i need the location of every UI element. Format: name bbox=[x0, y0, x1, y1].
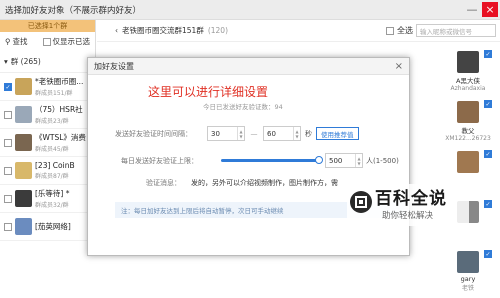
interval-min-input[interactable]: 30 ▲ ▼ bbox=[207, 126, 245, 141]
watermark: 百科全说 助你轻松解决 bbox=[347, 184, 469, 226]
today-sent-count: 今日已发送好友验证数：94 bbox=[203, 103, 283, 111]
group-title: 老铁圈币圈交流群151群 bbox=[122, 26, 204, 35]
group-list: ✓ *老铁圈币圈... 群成员151/群 （75）HSR社 群成员23/群 《WTSL》消… bbox=[0, 73, 95, 241]
member-subtext: Azhandaxia bbox=[450, 85, 486, 92]
dialog-close-icon[interactable]: × bbox=[395, 61, 403, 72]
stepper-icon[interactable]: ▲ ▼ bbox=[293, 127, 300, 140]
verification-message-input[interactable]: 发的，另外可以介绍视频制作，图片制作方，需 bbox=[191, 178, 338, 188]
avatar bbox=[457, 51, 479, 73]
member-checkbox[interactable]: ✓ bbox=[484, 100, 492, 108]
daily-limit-slider[interactable] bbox=[221, 156, 323, 164]
stepper-icon[interactable]: ▲ ▼ bbox=[355, 154, 362, 167]
chevron-down-icon: ▾ bbox=[4, 57, 8, 66]
member-subtext: 老铁 bbox=[461, 285, 474, 292]
group-avatar bbox=[15, 162, 32, 179]
interval-max-input[interactable]: 60 ▲ ▼ bbox=[263, 126, 301, 141]
group-avatar bbox=[15, 78, 32, 95]
member-checkbox[interactable]: ✓ bbox=[484, 250, 492, 258]
interval-unit: 秒 bbox=[305, 129, 312, 138]
group-row[interactable]: [23] CoinB 群成员87/群 bbox=[0, 157, 95, 185]
annotation-text: 这里可以进行详细设置 bbox=[148, 85, 269, 99]
watermark-subtitle: 助你轻松解决 bbox=[382, 211, 434, 221]
search-icon: ⚲ bbox=[5, 37, 11, 46]
interval-row: 发送好友验证时间间隔： 30 ▲ ▼ — 60 ▲ ▼ 秒 使用推荐值 bbox=[115, 126, 359, 141]
avatar bbox=[457, 251, 479, 273]
group-subtext: 群成员32/群 bbox=[35, 202, 69, 209]
group-checkbox[interactable] bbox=[4, 194, 12, 203]
member-search-input[interactable]: 输入昵称或微信号 bbox=[416, 24, 496, 37]
group-avatar bbox=[15, 106, 32, 123]
group-subtext: 群成员45/群 bbox=[35, 146, 69, 153]
interval-label: 发送好友验证时间间隔： bbox=[115, 129, 192, 138]
daily-limit-row: 每日发送好友验证上限： 500 ▲ ▼ 人(1-500) bbox=[121, 153, 399, 168]
group-row[interactable]: [茄英网络] bbox=[0, 213, 95, 241]
group-checkbox[interactable] bbox=[4, 110, 12, 119]
member-checkbox[interactable]: ✓ bbox=[484, 200, 492, 208]
group-name: [乐等待] * bbox=[35, 189, 70, 198]
chevron-left-icon[interactable]: ‹ bbox=[115, 26, 118, 35]
group-name: （75）HSR社 bbox=[35, 105, 83, 114]
window-title: 选择加好友对象（不展示群内好友） bbox=[5, 5, 142, 16]
select-all-checkbox[interactable] bbox=[386, 26, 394, 35]
group-name: *老铁圈币圈... bbox=[35, 77, 84, 86]
group-checkbox[interactable] bbox=[4, 222, 12, 231]
watermark-logo-icon bbox=[350, 191, 372, 213]
avatar bbox=[457, 101, 479, 123]
watermark-title: 百科全说 bbox=[375, 189, 447, 209]
daily-limit-input[interactable]: 500 ▲ ▼ bbox=[325, 153, 363, 168]
group-avatar bbox=[15, 218, 32, 235]
group-row[interactable]: 《WTSL》消费 群成员45/群 bbox=[0, 129, 95, 157]
find-button[interactable]: ⚲ 查找 bbox=[5, 36, 28, 47]
member-cards: ✓ A黑大侠 Azhandaxia ✓ 教父 XM122...26723 ✓ ✓ ✓ gary 老铁 bbox=[436, 48, 500, 298]
group-row[interactable]: ✓ *老铁圈币圈... 群成员151/群 bbox=[0, 73, 95, 101]
group-avatar bbox=[15, 190, 32, 207]
show-selected-checkbox[interactable] bbox=[42, 37, 51, 46]
use-recommended-button[interactable]: 使用推荐值 bbox=[316, 127, 359, 140]
group-name: 《WTSL》消费 bbox=[35, 133, 86, 142]
group-section-header[interactable]: ▾ 群 (265) bbox=[0, 51, 95, 73]
group-row[interactable]: （75）HSR社 群成员23/群 bbox=[0, 101, 95, 129]
member-checkbox[interactable]: ✓ bbox=[484, 150, 492, 158]
select-all-label: 全选 bbox=[397, 26, 413, 35]
group-list-panel: 已选择1个群 ⚲ 查找 仅显示已选 ▾ 群 (265) ✓ *老铁圈币圈... 群成员… bbox=[0, 20, 96, 256]
close-icon[interactable]: × bbox=[482, 2, 498, 17]
message-row: 验证消息： 发的，另外可以介绍视频制作，图片制作方，需 bbox=[146, 178, 338, 188]
group-checkbox[interactable]: ✓ bbox=[4, 82, 12, 91]
group-name: [23] CoinB bbox=[35, 161, 75, 170]
group-checkbox[interactable] bbox=[4, 138, 12, 147]
member-name: 教父 bbox=[461, 127, 475, 135]
daily-limit-label: 每日发送好友验证上限： bbox=[121, 156, 198, 165]
dialog-title: 加好友设置 bbox=[88, 58, 409, 75]
window-titlebar: 选择加好友对象（不展示群内好友） — × bbox=[0, 0, 500, 20]
avatar bbox=[457, 151, 479, 173]
slider-handle[interactable] bbox=[315, 156, 323, 164]
member-name: gary bbox=[460, 275, 476, 283]
member-card[interactable]: ✓ A黑大侠 Azhandaxia bbox=[436, 48, 500, 98]
minimize-icon[interactable]: — bbox=[464, 2, 480, 17]
group-subtext: 群成员23/群 bbox=[35, 118, 69, 125]
message-label: 验证消息： bbox=[146, 179, 181, 187]
stepper-icon[interactable]: ▲ ▼ bbox=[237, 127, 244, 140]
group-subtext: 群成员87/群 bbox=[35, 173, 69, 180]
member-name: A黑大侠 bbox=[456, 77, 480, 85]
selected-count-bar: 已选择1个群 bbox=[0, 20, 95, 32]
add-friend-settings-dialog: 加好友设置 × 这里可以进行详细设置 今日已发送好友验证数：94 发送好友验证时… bbox=[87, 57, 410, 256]
group-row[interactable]: [乐等待] * 群成员32/群 bbox=[0, 185, 95, 213]
show-selected-toggle[interactable]: 仅显示已选 bbox=[42, 36, 90, 47]
member-subtext: XM122...26723 bbox=[445, 135, 491, 142]
group-member-count: (120) bbox=[207, 26, 228, 35]
member-checkbox[interactable]: ✓ bbox=[484, 50, 492, 58]
member-card[interactable]: ✓ 教父 XM122...26723 bbox=[436, 98, 500, 148]
group-checkbox[interactable] bbox=[4, 166, 12, 175]
daily-limit-range: 人(1-500) bbox=[366, 156, 399, 165]
group-avatar bbox=[15, 134, 32, 151]
group-subtext: 群成员151/群 bbox=[35, 90, 73, 97]
group-name: [茄英网络] bbox=[35, 221, 71, 231]
